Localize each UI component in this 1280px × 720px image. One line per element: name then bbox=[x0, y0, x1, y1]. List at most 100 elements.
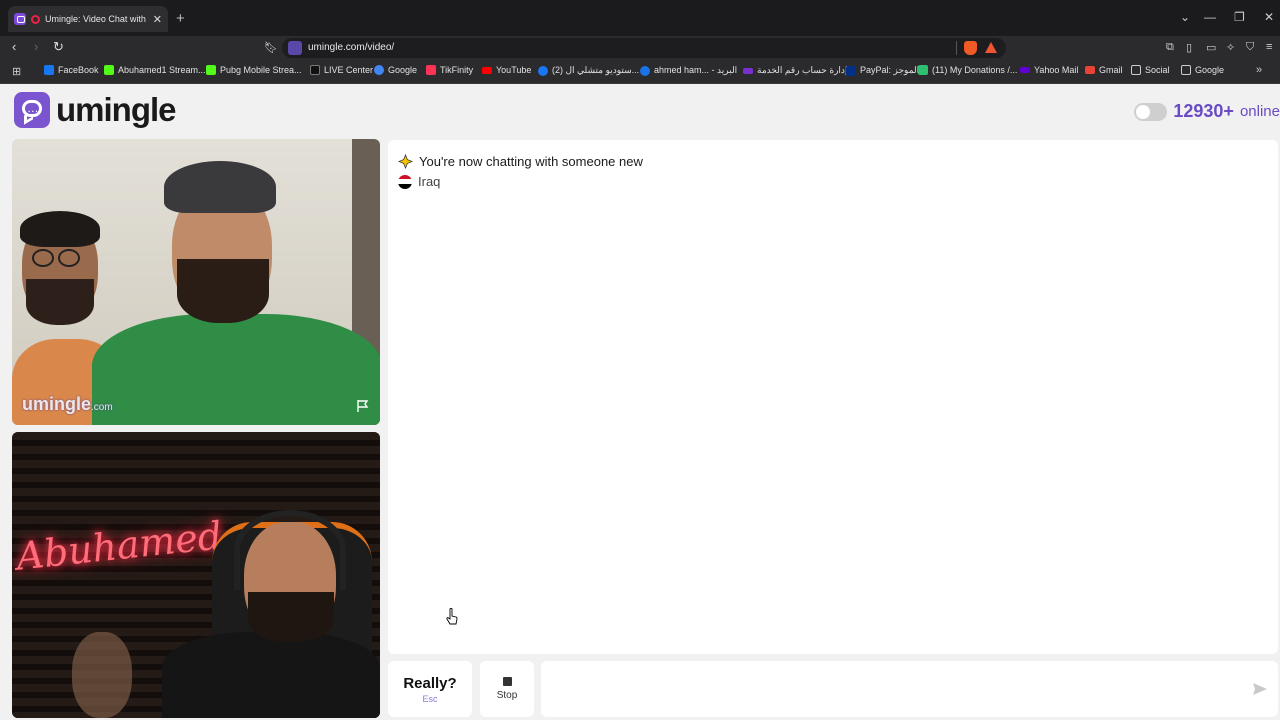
brave-rewards-icon[interactable] bbox=[985, 42, 997, 53]
tikfinity-icon bbox=[426, 65, 436, 75]
logo-text: umingle bbox=[56, 91, 177, 128]
stop-icon bbox=[502, 677, 512, 686]
site-logo[interactable]: ··· umingle bbox=[14, 91, 177, 129]
back-icon[interactable]: ‹ bbox=[12, 39, 16, 54]
tab-search-icon[interactable]: ⌄ bbox=[1180, 10, 1190, 24]
stc-icon bbox=[743, 67, 753, 74]
google-icon bbox=[374, 65, 384, 75]
bookmark-label: Google bbox=[1195, 65, 1225, 75]
skip-shortcut-hint: Esc bbox=[422, 693, 438, 704]
tab-title: Umingle: Video Chat with Strangers bbox=[45, 14, 148, 24]
browser-tab-bar: Umingle: Video Chat with Strangers ✕ + ⌄… bbox=[0, 0, 1280, 36]
bookmark-label: Social bbox=[1145, 65, 1170, 75]
bookmark-label: ahmed ham... - البريد bbox=[654, 65, 738, 75]
bookmark-item[interactable]: Google bbox=[374, 65, 417, 75]
bookmark-item[interactable]: Yahoo Mail bbox=[1020, 65, 1078, 75]
bookmark-item[interactable]: Gmail bbox=[1085, 65, 1123, 75]
stranger-video: umingle.com bbox=[12, 139, 380, 425]
bookmark-label: Pubg Mobile Strea... bbox=[220, 65, 302, 75]
folder-icon bbox=[1181, 65, 1191, 75]
bookmark-item[interactable]: Pubg Mobile Strea... bbox=[206, 65, 302, 75]
theme-toggle[interactable] bbox=[1134, 102, 1168, 121]
facebook-icon bbox=[44, 65, 54, 75]
facebook-icon bbox=[538, 65, 548, 76]
bookmark-label: Yahoo Mail bbox=[1034, 65, 1079, 75]
self-video: Abuhamed bbox=[12, 432, 380, 718]
bookmark-label: (2) ستوديو متشلي ال... bbox=[552, 65, 640, 75]
menu-icon[interactable]: ≡ bbox=[1266, 41, 1272, 53]
url-text[interactable]: umingle.com/video/ bbox=[308, 42, 394, 53]
divider bbox=[956, 41, 957, 55]
bookmark-label: إدارة حساب رقم الخدمة bbox=[757, 65, 848, 75]
tiktok-icon bbox=[310, 65, 320, 75]
skip-button[interactable]: Really? Esc bbox=[388, 661, 472, 717]
online-count: 12930+ bbox=[1173, 101, 1234, 121]
umingle-favicon-icon bbox=[14, 13, 26, 25]
kick-icon bbox=[104, 65, 114, 75]
online-indicator: 12930+ online bbox=[1134, 101, 1280, 122]
skip-button-label: Really? bbox=[403, 674, 457, 692]
vpn-icon[interactable]: ⛉ bbox=[1246, 41, 1254, 54]
logo-chat-icon: ··· bbox=[14, 92, 50, 128]
bookmark-label: YouTube bbox=[496, 65, 532, 75]
bookmark-folder[interactable]: Google bbox=[1181, 65, 1224, 75]
umingle-page: ··· umingle 12930+ online umingle.com Ab… bbox=[0, 85, 1280, 720]
bookmark-item[interactable]: (2) ستوديو متشلي ال... bbox=[538, 65, 639, 76]
minimize-button[interactable]: — bbox=[1204, 10, 1216, 24]
bookmark-label: TikFinity bbox=[440, 65, 474, 75]
new-tab-button[interactable]: + bbox=[176, 10, 185, 27]
more-bookmarks-icon[interactable]: » bbox=[1256, 64, 1262, 76]
bookmark-item[interactable]: Abuhamed1 Stream... bbox=[104, 65, 206, 75]
umingle-watermark: umingle.com bbox=[22, 394, 113, 414]
yahoo-mail-icon bbox=[1020, 67, 1030, 73]
bookmark-folder[interactable]: Social bbox=[1131, 65, 1170, 75]
brave-shields-icon[interactable] bbox=[964, 41, 977, 55]
site-info-icon[interactable] bbox=[288, 41, 302, 55]
report-flag-icon[interactable] bbox=[356, 399, 370, 413]
mail-icon bbox=[640, 65, 650, 76]
close-tab-icon[interactable]: ✕ bbox=[153, 13, 162, 26]
stop-button-label: Stop bbox=[496, 690, 518, 701]
bookmark-item[interactable]: إدارة حساب رقم الخدمة bbox=[743, 65, 847, 76]
sparkle-icon bbox=[398, 154, 413, 169]
gmail-icon bbox=[1085, 66, 1095, 74]
restore-button[interactable]: ❐ bbox=[1234, 10, 1245, 24]
kick-icon bbox=[206, 65, 216, 75]
wallet-icon[interactable]: ▭ bbox=[1206, 41, 1216, 54]
close-window-button[interactable]: ✕ bbox=[1264, 10, 1274, 24]
bookmark-item[interactable]: LIVE Center bbox=[310, 65, 373, 75]
bookmark-label: Gmail bbox=[1099, 65, 1123, 75]
browser-tab[interactable]: Umingle: Video Chat with Strangers ✕ bbox=[8, 6, 168, 32]
bookmark-icon[interactable]: 🔖︎ bbox=[264, 41, 278, 54]
leo-ai-icon[interactable]: ✧ bbox=[1226, 41, 1235, 54]
mouse-cursor-icon bbox=[446, 608, 458, 625]
send-icon[interactable] bbox=[1252, 682, 1268, 696]
bookmark-label: FaceBook bbox=[58, 65, 99, 75]
bookmark-label: (11) My Donations /... bbox=[932, 65, 1018, 75]
forward-icon[interactable]: › bbox=[34, 39, 38, 54]
bookmark-item[interactable]: FaceBook bbox=[44, 65, 99, 75]
stop-button[interactable]: Stop bbox=[480, 661, 534, 717]
bookmark-item[interactable]: (11) My Donations /... bbox=[918, 65, 1017, 75]
browser-toolbar: ‹ › ↻ 🔖︎ umingle.com/video/ ⧉ ▯ ▭ ✧ ⛉ ≡ bbox=[0, 36, 1280, 60]
bookmark-item[interactable]: PayPal: الموجز bbox=[846, 65, 919, 76]
online-label: online bbox=[1239, 103, 1280, 120]
bookmark-item[interactable]: ahmed ham... - البريد bbox=[640, 65, 737, 76]
iraq-flag-icon bbox=[398, 174, 412, 189]
chat-log: You're now chatting with someone new Ira… bbox=[388, 140, 1278, 654]
bookmark-item[interactable]: TikFinity bbox=[426, 65, 473, 75]
sidebar-icon[interactable]: ▯ bbox=[1186, 41, 1192, 54]
apps-grid-icon[interactable]: ⊞ bbox=[12, 65, 24, 78]
bookmark-label: PayPal: الموجز bbox=[860, 65, 920, 75]
system-message: You're now chatting with someone new bbox=[398, 154, 643, 169]
bookmark-item[interactable]: YouTube bbox=[482, 65, 531, 75]
bookmark-label: LIVE Center bbox=[324, 65, 374, 75]
address-bar[interactable]: umingle.com/video/ bbox=[282, 38, 1006, 58]
folder-icon bbox=[1131, 65, 1141, 75]
reload-icon[interactable]: ↻ bbox=[53, 39, 64, 55]
country-text: Iraq bbox=[418, 174, 441, 189]
country-message: Iraq bbox=[398, 174, 440, 189]
extensions-icon[interactable]: ⧉ bbox=[1166, 41, 1174, 54]
message-input[interactable] bbox=[541, 661, 1278, 717]
recording-icon bbox=[31, 14, 40, 24]
